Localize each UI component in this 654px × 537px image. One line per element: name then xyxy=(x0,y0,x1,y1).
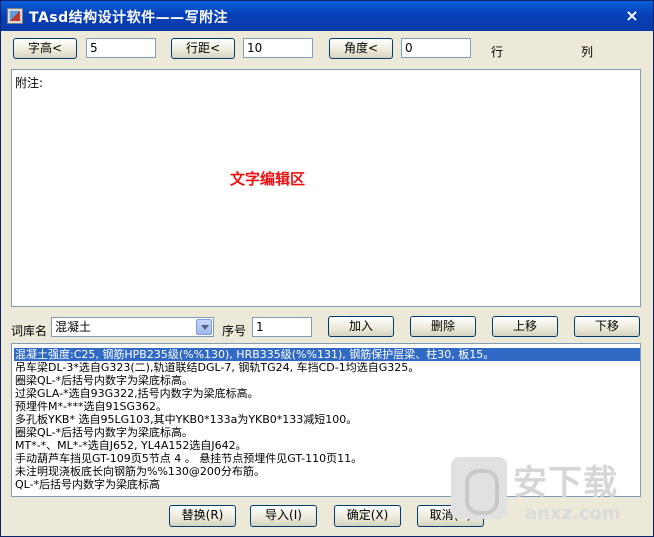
row-label: 行 xyxy=(491,45,504,59)
library-name-label: 词库名 xyxy=(11,324,48,338)
char-height-button[interactable]: 字高< xyxy=(13,38,77,59)
seq-input[interactable]: 1 xyxy=(252,317,312,337)
list-item[interactable]: 混凝土强度:C25, 钢筋HPB235级(%%130), HRB335级(%%1… xyxy=(14,348,640,361)
close-button[interactable]: × xyxy=(623,8,641,24)
watermark-url: anxz.com xyxy=(525,503,621,524)
list-item[interactable]: MT*-*、ML*-*选自J652, YL4A152选自J642。 xyxy=(15,439,247,452)
watermark: 安下载 anxz.com xyxy=(451,451,651,536)
column-label: 列 xyxy=(581,45,594,59)
line-spacing-button[interactable]: 行距< xyxy=(171,38,235,59)
list-item[interactable]: 预埋件M*-***选自91SG362。 xyxy=(15,400,167,413)
add-button[interactable]: 加入 xyxy=(328,316,394,337)
replace-button[interactable]: 替换(R) xyxy=(169,505,236,527)
library-selected-value: 混凝土 xyxy=(55,320,92,334)
list-item[interactable]: QL-*后括号内数字为梁底标高 xyxy=(15,478,160,491)
list-item[interactable]: 多孔板YKB* 选自95LG103,其中YKB0*133a为YKB0*133减短… xyxy=(15,413,357,426)
chevron-down-icon[interactable] xyxy=(196,319,212,335)
list-item[interactable]: 过梁GLA-*选自93G322,括号内数字为梁底标高。 xyxy=(15,387,259,400)
ok-button[interactable]: 确定(X) xyxy=(334,505,401,527)
seq-label: 序号 xyxy=(222,324,247,338)
note-text-editor[interactable]: 附注: 文字编辑区 xyxy=(11,69,641,307)
list-item[interactable]: 圈梁QL-*后括号内数字为梁底标高。 xyxy=(15,426,193,439)
list-item[interactable]: 手动葫芦车挡见GT-109页5节点 4 。 悬挂节点预埋件见GT-110页11。 xyxy=(15,452,362,465)
import-button[interactable]: 导入(I) xyxy=(250,505,317,527)
list-item[interactable]: 吊车梁DL-3*选自G323(二),轨道联结DGL-7, 钢轨TG24, 车挡C… xyxy=(15,361,419,374)
list-item[interactable]: 圈梁QL-*后括号内数字为梁底标高。 xyxy=(15,374,193,387)
list-item[interactable]: 未注明现浇板底长向钢筋为%%130@200分布筋。 xyxy=(15,465,265,478)
app-icon xyxy=(7,8,23,24)
dialog-window: TAsd结构设计软件——写附注 × 字高< 5 行距< 10 角度< 0 行 列… xyxy=(0,0,654,537)
angle-button[interactable]: 角度< xyxy=(329,38,393,59)
char-height-input[interactable]: 5 xyxy=(86,38,156,58)
editor-label: 附注: xyxy=(15,76,44,90)
shield-icon xyxy=(451,457,507,519)
move-up-button[interactable]: 上移 xyxy=(492,316,558,337)
watermark-text: 安下载 xyxy=(513,463,618,503)
angle-input[interactable]: 0 xyxy=(401,38,471,58)
delete-button[interactable]: 删除 xyxy=(410,316,476,337)
title-bar[interactable]: TAsd结构设计软件——写附注 × xyxy=(1,1,653,31)
move-down-button[interactable]: 下移 xyxy=(574,316,640,337)
library-select[interactable]: 混凝土 xyxy=(51,317,214,337)
editor-hint: 文字编辑区 xyxy=(230,170,306,188)
window-title: TAsd结构设计软件——写附注 xyxy=(29,10,229,26)
line-spacing-input[interactable]: 10 xyxy=(243,38,313,58)
